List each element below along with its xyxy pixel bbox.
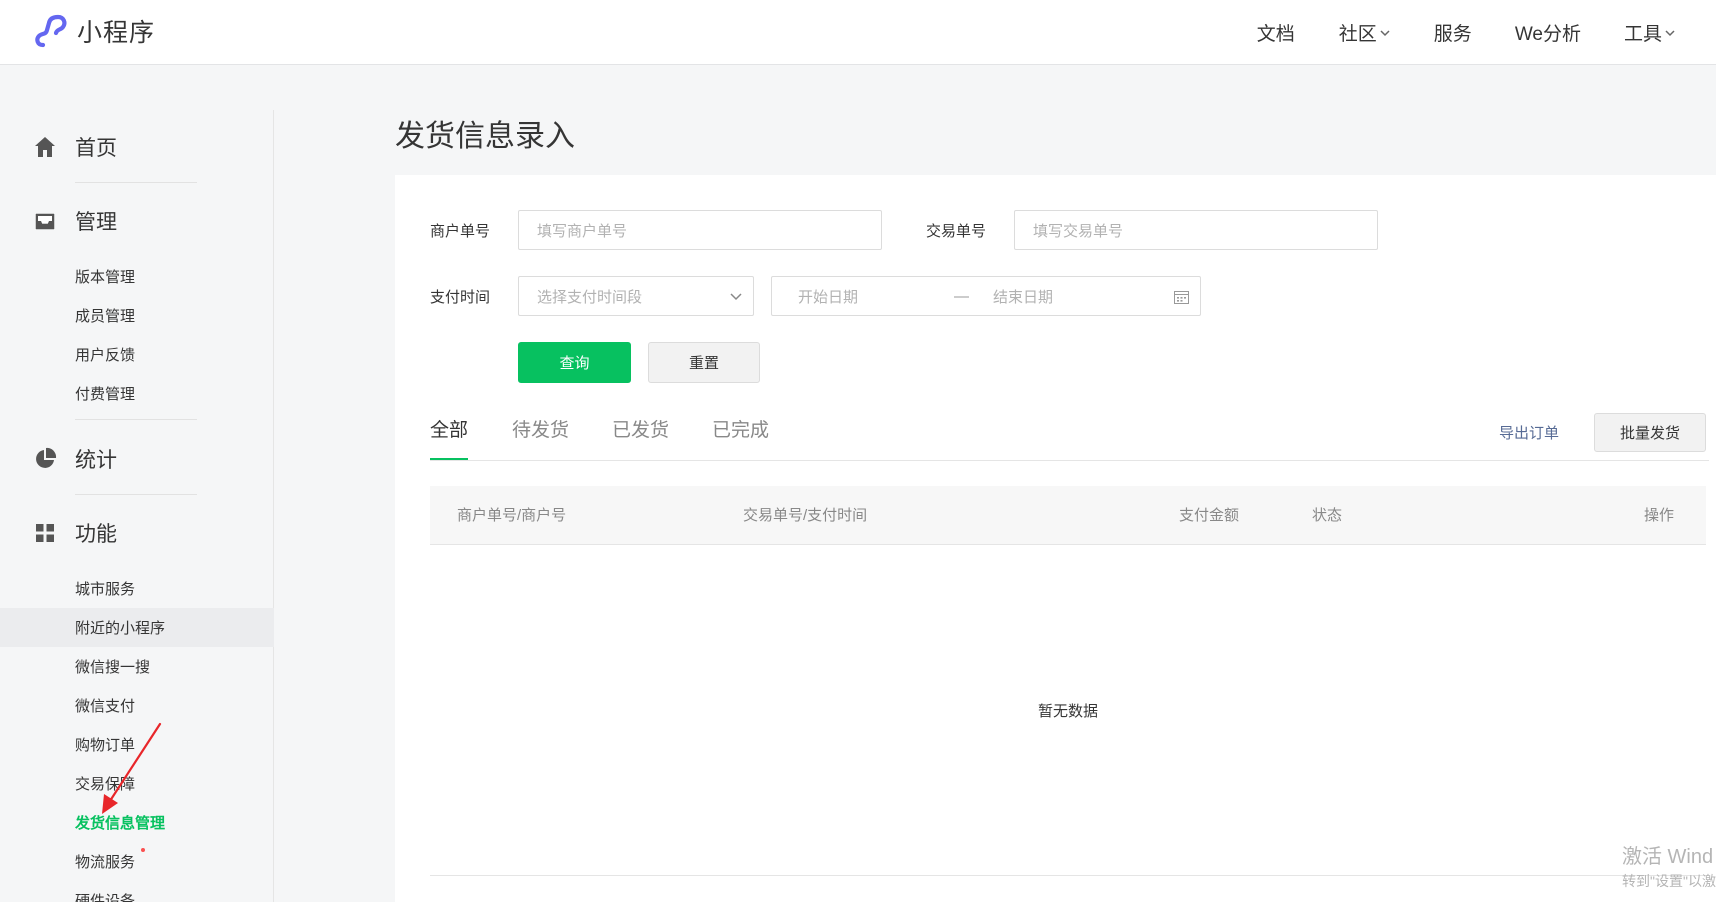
tab-all[interactable]: 全部	[430, 415, 468, 442]
sidebar-section-label: 管理	[75, 211, 117, 234]
tab-pending-shipment[interactable]: 待发货	[512, 415, 569, 442]
trade-no-input[interactable]: 填写交易单号	[1014, 210, 1378, 250]
top-bar: 小程序 文档 社区 服务 We分析 工具	[0, 0, 1716, 65]
end-date-input[interactable]: 结束日期	[993, 286, 1053, 307]
chevron-down-icon	[1665, 29, 1675, 36]
sidebar-item-user-feedback[interactable]: 用户反馈	[0, 335, 274, 374]
nav-docs[interactable]: 文档	[1257, 19, 1295, 46]
batch-ship-button[interactable]: 批量发货	[1594, 413, 1706, 452]
trade-no-label: 交易单号	[926, 223, 987, 240]
pie-chart-icon	[36, 447, 57, 468]
column-header-amount: 支付金额	[1179, 507, 1240, 524]
column-header-status: 状态	[1312, 507, 1343, 524]
windows-activation-watermark: 激活 Wind 转到"设置"以激	[1622, 846, 1716, 889]
query-button[interactable]: 查询	[518, 342, 631, 383]
pay-time-label: 支付时间	[430, 289, 491, 306]
sidebar-item-payment-manage[interactable]: 付费管理	[0, 374, 274, 413]
sidebar-section-features[interactable]: 功能	[0, 516, 274, 550]
new-badge-dot	[141, 848, 145, 852]
nav-community[interactable]: 社区	[1339, 19, 1391, 46]
annotation-arrow-icon	[102, 722, 162, 814]
sidebar-item-wechat-search[interactable]: 微信搜一搜	[0, 647, 274, 686]
chevron-down-icon	[730, 293, 742, 301]
column-header-actions: 操作	[1644, 507, 1675, 524]
merchant-no-label: 商户单号	[430, 223, 491, 240]
table-bottom-border	[430, 875, 1706, 876]
sidebar-item-city-service[interactable]: 城市服务	[0, 569, 274, 608]
sidebar-divider	[75, 419, 197, 420]
start-date-input[interactable]: 开始日期	[798, 286, 858, 307]
range-separator: —	[954, 287, 969, 305]
sidebar-section-stats[interactable]: 统计	[0, 442, 274, 476]
tab-completed[interactable]: 已完成	[712, 415, 769, 442]
main-card: 商户单号 填写商户单号 交易单号 填写交易单号 支付时间 选择支付时间段 开始日…	[395, 175, 1716, 902]
reset-button[interactable]: 重置	[648, 342, 760, 383]
nav-services[interactable]: 服务	[1434, 19, 1472, 46]
page-title: 发货信息录入	[395, 120, 575, 153]
grid-icon	[36, 524, 54, 542]
calendar-icon	[1174, 291, 1189, 304]
column-header-trade-no: 交易单号/支付时间	[743, 507, 868, 524]
top-nav: 文档 社区 服务 We分析 工具	[1257, 0, 1716, 65]
sidebar-item-version-manage[interactable]: 版本管理	[0, 257, 274, 296]
merchant-no-input[interactable]: 填写商户单号	[518, 210, 882, 250]
sidebar-section-home[interactable]: 首页	[0, 130, 274, 164]
sidebar-item-member-manage[interactable]: 成员管理	[0, 296, 274, 335]
mini-program-logo-icon	[35, 14, 67, 48]
sidebar-section-label: 功能	[75, 523, 117, 546]
table-header: 商户单号/商户号 交易单号/支付时间 支付金额 状态 操作	[430, 486, 1706, 545]
inbox-icon	[35, 213, 55, 230]
sidebar-item-logistics-service[interactable]: 物流服务	[0, 842, 274, 881]
home-icon	[35, 137, 55, 157]
logo[interactable]: 小程序	[34, 14, 155, 48]
tabs-divider	[430, 460, 1709, 461]
chevron-down-icon	[1380, 29, 1390, 36]
date-range-picker[interactable]: 开始日期 — 结束日期	[771, 276, 1201, 316]
logo-text: 小程序	[77, 19, 156, 47]
sidebar-item-nearby-mini-programs[interactable]: 附近的小程序	[0, 608, 274, 647]
sidebar-divider	[75, 494, 197, 495]
export-orders-link[interactable]: 导出订单	[1499, 422, 1559, 443]
tab-shipped[interactable]: 已发货	[612, 415, 669, 442]
sidebar-section-label: 首页	[75, 137, 117, 160]
sidebar-item-hardware-devices[interactable]: 硬件设备	[0, 881, 274, 902]
sidebar-section-label: 统计	[75, 449, 117, 472]
sidebar-section-manage[interactable]: 管理	[0, 204, 274, 238]
nav-we-analysis[interactable]: We分析	[1515, 19, 1581, 46]
empty-state-text: 暂无数据	[1037, 703, 1098, 720]
nav-tools[interactable]: 工具	[1624, 19, 1676, 46]
column-header-merchant-no: 商户单号/商户号	[457, 507, 567, 524]
pay-time-range-select[interactable]: 选择支付时间段	[518, 276, 754, 316]
sidebar-divider	[75, 182, 197, 183]
